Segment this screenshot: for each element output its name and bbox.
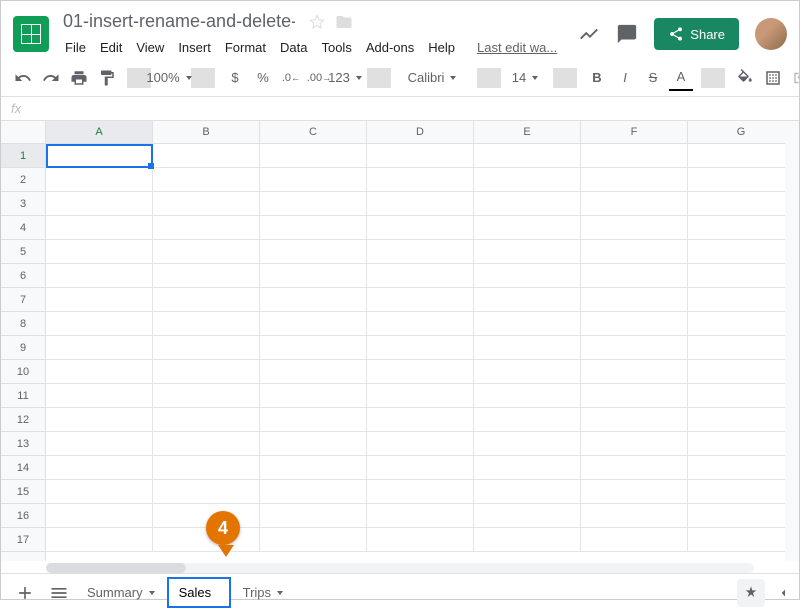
menu-data[interactable]: Data [274,36,313,59]
bold-button[interactable]: B [585,65,609,91]
avatar[interactable] [755,18,787,50]
row-header[interactable]: 13 [1,432,45,456]
row-header[interactable]: 7 [1,288,45,312]
row-header[interactable]: 14 [1,456,45,480]
strikethrough-button[interactable]: S [641,65,665,91]
sheet-tab-sales-editing[interactable] [167,577,231,608]
menu-help[interactable]: Help [422,36,461,59]
row-header[interactable]: 5 [1,240,45,264]
column-header[interactable]: G [688,121,795,143]
menu-edit[interactable]: Edit [94,36,128,59]
callout-number: 4 [218,518,228,539]
merge-cells-icon[interactable] [789,65,800,91]
zoom-dropdown[interactable]: 100% [159,65,183,91]
row-header[interactable]: 15 [1,480,45,504]
row-header[interactable]: 10 [1,360,45,384]
decrease-decimal[interactable]: .0← [279,65,303,91]
row-header[interactable]: 3 [1,192,45,216]
add-sheet-button[interactable] [9,577,41,609]
column-header[interactable]: B [153,121,260,143]
text-color-button[interactable]: A [669,65,693,91]
all-sheets-button[interactable] [43,577,75,609]
row-header[interactable]: 2 [1,168,45,192]
font-dropdown[interactable]: Calibri [399,65,469,91]
separator [477,68,501,88]
menu-tools[interactable]: Tools [315,36,357,59]
column-header[interactable]: F [581,121,688,143]
formula-bar-label: fx [11,101,41,116]
format-percent[interactable]: % [251,65,275,91]
horizontal-scrollbar[interactable] [46,563,754,573]
selected-cell[interactable] [46,144,153,168]
separator [191,68,215,88]
chevron-down-icon [277,591,283,595]
menu-file[interactable]: File [59,36,92,59]
row-header[interactable]: 16 [1,504,45,528]
row-header[interactable]: 12 [1,408,45,432]
sheet-rename-input[interactable] [179,585,219,600]
sheets-logo[interactable] [13,16,49,52]
menu-view[interactable]: View [130,36,170,59]
menu-insert[interactable]: Insert [172,36,217,59]
tutorial-callout: 4 [206,511,246,561]
number-format-dropdown[interactable]: 123 [335,65,359,91]
star-icon[interactable] [309,14,325,30]
borders-icon[interactable] [761,65,785,91]
row-header[interactable]: 9 [1,336,45,360]
column-header[interactable]: C [260,121,367,143]
column-header[interactable]: A [46,121,153,143]
share-label: Share [690,27,725,42]
separator [701,68,725,88]
comments-icon[interactable] [616,23,638,45]
row-header[interactable]: 6 [1,264,45,288]
font-size-dropdown[interactable]: 14 [509,65,545,91]
column-header[interactable]: E [474,121,581,143]
side-panel-toggle[interactable] [775,585,791,601]
sheet-tab-trips[interactable]: Trips [233,579,293,606]
row-header[interactable]: 17 [1,528,45,552]
explore-button[interactable] [737,579,765,607]
sheet-tab-summary[interactable]: Summary [77,579,165,606]
format-currency[interactable]: $ [223,65,247,91]
activity-icon[interactable] [578,23,600,45]
sheet-tab-label: Trips [243,585,271,600]
share-button[interactable]: Share [654,18,739,50]
separator [367,68,391,88]
separator [553,68,577,88]
print-icon[interactable] [67,65,91,91]
italic-button[interactable]: I [613,65,637,91]
redo-icon[interactable] [39,65,63,91]
select-all-corner[interactable] [1,121,46,143]
row-header[interactable]: 8 [1,312,45,336]
folder-icon[interactable] [335,13,353,31]
chevron-down-icon [149,591,155,595]
row-header[interactable]: 4 [1,216,45,240]
cell-grid[interactable] [46,144,799,561]
row-header[interactable]: 11 [1,384,45,408]
last-edit-link[interactable]: Last edit wa... [471,36,563,59]
sheet-tab-label: Summary [87,585,143,600]
row-header[interactable]: 1 [1,144,45,168]
fill-color-icon[interactable] [733,65,757,91]
column-header[interactable]: D [367,121,474,143]
menu-addons[interactable]: Add-ons [360,36,420,59]
menu-format[interactable]: Format [219,36,272,59]
document-title[interactable] [59,9,299,34]
vertical-scrollbar[interactable] [785,121,799,561]
undo-icon[interactable] [11,65,35,91]
paint-format-icon[interactable] [95,65,119,91]
